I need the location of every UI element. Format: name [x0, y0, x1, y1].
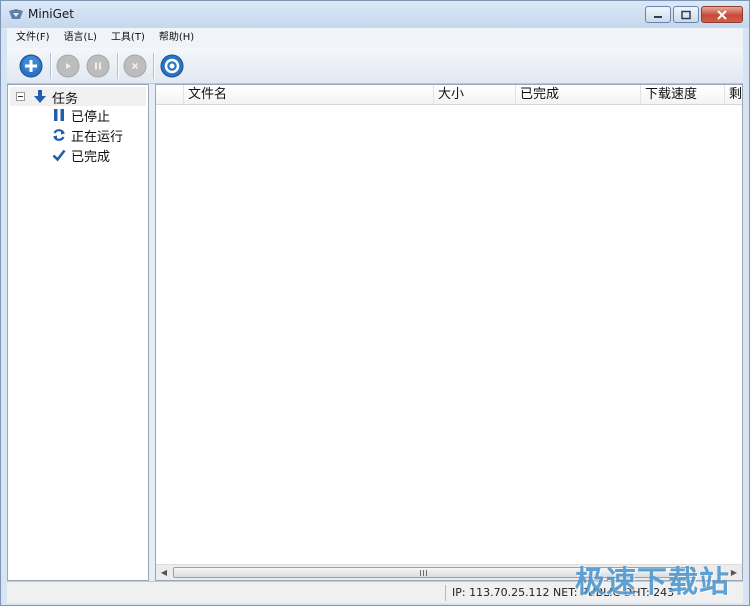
app-logo-icon	[9, 9, 23, 19]
play-icon	[56, 54, 80, 78]
tree-item-label: 正在运行	[71, 130, 124, 145]
pause-icon	[86, 54, 110, 78]
list-header: 文件名 大小 已完成 下载速度 剩	[156, 85, 742, 105]
column-header-blank[interactable]	[156, 85, 184, 105]
check-icon	[52, 149, 66, 162]
collapse-icon[interactable]	[16, 92, 25, 101]
tree-item-label: 已完成	[71, 150, 111, 165]
minimize-button[interactable]	[645, 6, 671, 23]
close-window-button[interactable]	[701, 6, 743, 23]
pause-button[interactable]	[86, 54, 110, 78]
column-header-completed[interactable]: 已完成	[516, 85, 641, 105]
plus-icon	[19, 54, 43, 78]
column-header-remaining[interactable]: 剩	[725, 85, 742, 105]
download-list: 文件名 大小 已完成 下载速度 剩 ◀ ▶	[155, 84, 743, 581]
settings-button[interactable]	[160, 54, 184, 78]
arrow-down-icon	[34, 90, 46, 103]
toolbar	[7, 48, 743, 84]
pause-icon	[54, 109, 64, 121]
status-separator	[445, 585, 446, 601]
watermark-logo: 极速下载站	[575, 565, 730, 600]
close-icon	[717, 9, 727, 20]
close-icon	[123, 54, 147, 78]
start-button[interactable]	[56, 54, 80, 78]
column-header-filename[interactable]: 文件名	[184, 85, 434, 105]
menu-language[interactable]: 语言(L)	[57, 28, 104, 48]
tree-item-label: 已停止	[71, 110, 111, 125]
maximize-icon	[681, 10, 691, 19]
minimize-icon	[654, 15, 662, 18]
menu-bar: 文件(F) 语言(L) 工具(T) 帮助(H)	[7, 28, 743, 48]
scroll-left-arrow[interactable]: ◀	[156, 565, 172, 580]
menu-file[interactable]: 文件(F)	[9, 28, 57, 48]
toolbar-separator	[117, 53, 118, 79]
add-task-button[interactable]	[19, 54, 43, 78]
column-header-speed[interactable]: 下载速度	[641, 85, 725, 105]
delete-button[interactable]	[123, 54, 147, 78]
tree-item-tasks[interactable]: 任务	[10, 87, 146, 107]
title-bar[interactable]: MiniGet	[1, 1, 749, 28]
window-title: MiniGet	[28, 7, 75, 21]
toolbar-separator	[153, 53, 154, 79]
ring-icon	[160, 54, 184, 78]
refresh-icon	[53, 129, 65, 141]
task-tree: 任务 已停止 正在运行 已完成	[7, 84, 149, 581]
column-header-size[interactable]: 大小	[434, 85, 516, 105]
grip-icon	[420, 570, 428, 576]
menu-tools[interactable]: 工具(T)	[104, 28, 152, 48]
tree-item-label: 任务	[52, 92, 79, 107]
maximize-button[interactable]	[673, 6, 699, 23]
app-window: MiniGet 文件(F) 语言(L) 工具(T) 帮助(H) 任务 已停止 正…	[0, 0, 750, 606]
menu-help[interactable]: 帮助(H)	[152, 28, 201, 48]
toolbar-separator	[50, 53, 51, 79]
